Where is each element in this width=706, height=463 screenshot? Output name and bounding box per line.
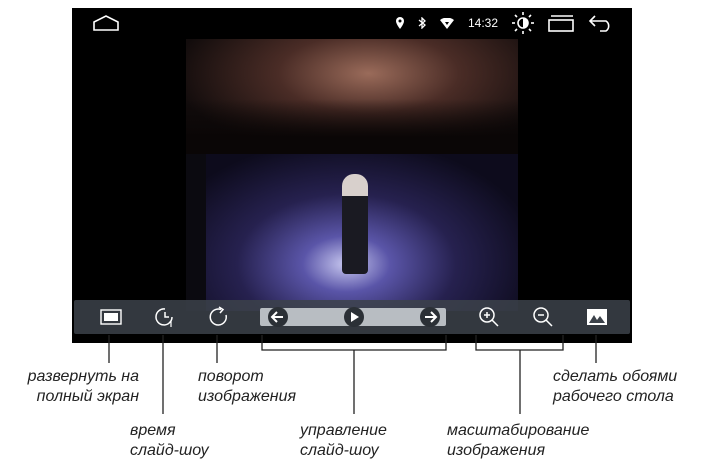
annotation-line: масштабирование [447, 422, 590, 439]
annotation-line: время [130, 422, 176, 439]
annotation-line: поворот [198, 368, 264, 385]
annotation-line: развернуть на [27, 368, 139, 385]
annotation-line: рабочего стола [553, 388, 674, 405]
slideshow-annotation: управление слайд-шоу [300, 421, 387, 461]
annotation-line: изображения [447, 442, 546, 459]
wallpaper-annotation: сделать обоями рабочего стола [553, 367, 677, 407]
annotation-line: управление [300, 422, 387, 439]
annotation-line: слайд-шоу [130, 442, 209, 459]
annotation-line: изображения [198, 388, 297, 405]
timer-annotation: время слайд-шоу [130, 421, 209, 461]
fullscreen-annotation: развернуть на полный экран [9, 367, 139, 407]
annotation-line: слайд-шоу [300, 442, 379, 459]
annotation-line: полный экран [36, 388, 139, 405]
zoom-annotation: масштабирование изображения [447, 421, 589, 461]
annotation-line: сделать обоями [553, 368, 678, 385]
rotate-annotation: поворот изображения [198, 367, 296, 407]
